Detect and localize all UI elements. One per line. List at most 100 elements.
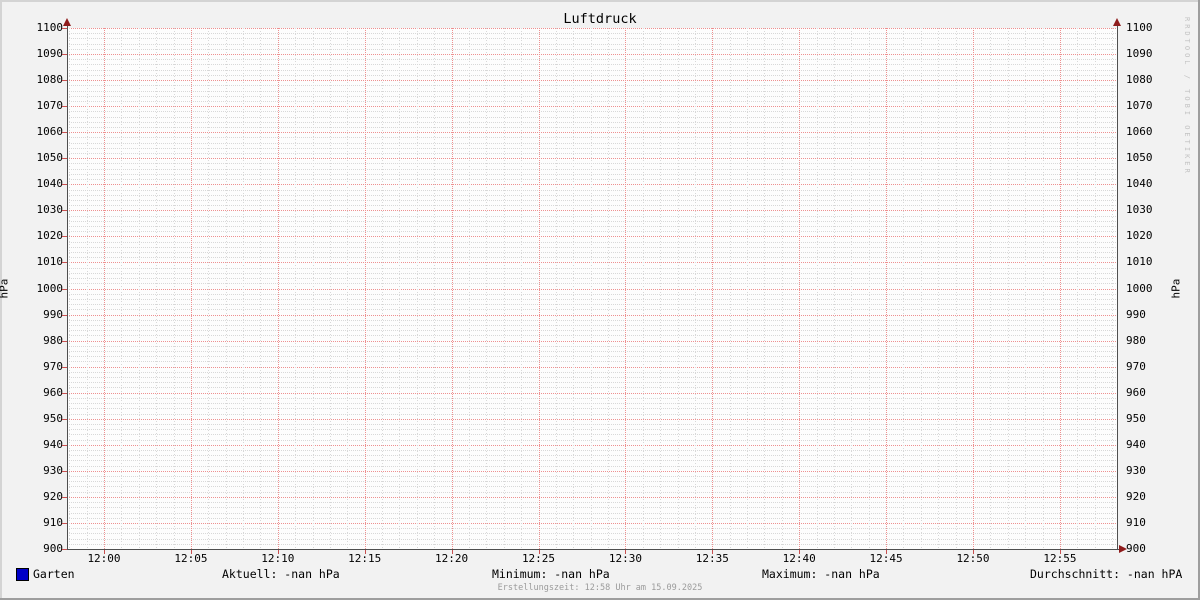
gridline-major-h xyxy=(67,210,1117,211)
rrdtool-watermark: RRDTOOL / TOBI OETIKER xyxy=(1183,17,1191,187)
gridline-major-h xyxy=(67,393,1117,394)
y-tick-label-right: 1070 xyxy=(1126,100,1166,112)
gridline-minor-v xyxy=(1025,28,1026,549)
x-tick-label: 12:45 xyxy=(856,553,916,565)
gridline-minor-h xyxy=(67,111,1117,112)
y-axis-line-left xyxy=(67,21,68,550)
gridline-minor-h xyxy=(67,96,1117,97)
y-axis-tick xyxy=(62,132,67,133)
gridline-minor-v xyxy=(330,28,331,549)
x-tick-label: 12:15 xyxy=(335,553,395,565)
legend-series-label: Garten xyxy=(33,567,75,581)
x-axis-tick xyxy=(539,550,540,554)
gridline-minor-v xyxy=(313,28,314,549)
y-tick-label-right: 990 xyxy=(1126,309,1166,321)
y-axis-tick xyxy=(62,419,67,420)
y-axis-tick xyxy=(62,549,67,550)
x-axis-tick xyxy=(452,550,453,554)
gridline-minor-h xyxy=(67,398,1117,399)
gridline-minor-v xyxy=(921,28,922,549)
y-tick-label-right: 960 xyxy=(1126,387,1166,399)
x-tick-label: 12:05 xyxy=(161,553,221,565)
gridline-minor-h xyxy=(67,169,1117,170)
gridline-minor-h xyxy=(67,190,1117,191)
x-tick-label: 12:20 xyxy=(422,553,482,565)
gridline-minor-h xyxy=(67,544,1117,545)
gridline-major-h xyxy=(67,315,1117,316)
gridline-minor-h xyxy=(67,85,1117,86)
gridline-minor-v xyxy=(399,28,400,549)
gridline-minor-h xyxy=(67,356,1117,357)
gridline-major-h xyxy=(67,445,1117,446)
gridline-minor-h xyxy=(67,434,1117,435)
gridline-minor-h xyxy=(67,518,1117,519)
gridline-minor-h xyxy=(67,351,1117,352)
gridline-major-h xyxy=(67,54,1117,55)
y-axis-tick xyxy=(62,315,67,316)
gridline-minor-h xyxy=(67,325,1117,326)
gridline-major-h xyxy=(67,367,1117,368)
y-tick-label-right: 1040 xyxy=(1126,178,1166,190)
gridline-minor-v xyxy=(347,28,348,549)
gridline-minor-v xyxy=(556,28,557,549)
y-tick-label-left: 980 xyxy=(27,335,63,347)
x-tick-label: 12:55 xyxy=(1030,553,1090,565)
y-tick-label-right: 920 xyxy=(1126,491,1166,503)
gridline-minor-h xyxy=(67,450,1117,451)
y-tick-label-right: 1060 xyxy=(1126,126,1166,138)
gridline-major-h xyxy=(67,471,1117,472)
gridline-minor-v xyxy=(208,28,209,549)
gridline-minor-v xyxy=(243,28,244,549)
gridline-major-v xyxy=(539,28,540,549)
gridline-major-v xyxy=(452,28,453,549)
gridline-major-v xyxy=(191,28,192,549)
gridline-minor-h xyxy=(67,492,1117,493)
gridline-minor-v xyxy=(678,28,679,549)
creation-time-label: Erstellungszeit: 12:58 Uhr am 15.09.2025 xyxy=(0,583,1200,593)
gridline-minor-h xyxy=(67,486,1117,487)
gridline-major-h xyxy=(67,236,1117,237)
gridline-minor-v xyxy=(434,28,435,549)
gridline-minor-h xyxy=(67,481,1117,482)
gridline-minor-h xyxy=(67,408,1117,409)
gridline-minor-h xyxy=(67,221,1117,222)
gridline-minor-h xyxy=(67,377,1117,378)
y-axis-tick xyxy=(62,80,67,81)
gridline-minor-v xyxy=(956,28,957,549)
border-top xyxy=(0,0,1200,2)
gridline-minor-v xyxy=(834,28,835,549)
y-axis-tick xyxy=(62,184,67,185)
gridline-major-h xyxy=(67,419,1117,420)
gridline-minor-h xyxy=(67,195,1117,196)
y-tick-label-left: 1080 xyxy=(27,74,63,86)
y-tick-label-left: 1050 xyxy=(27,152,63,164)
gridline-minor-v xyxy=(608,28,609,549)
gridline-minor-v xyxy=(260,28,261,549)
x-axis-tick xyxy=(191,550,192,554)
y-tick-label-left: 1100 xyxy=(27,22,63,34)
x-axis-tick xyxy=(278,550,279,554)
gridline-minor-v xyxy=(295,28,296,549)
gridline-minor-h xyxy=(67,174,1117,175)
y-axis-tick xyxy=(62,106,67,107)
chart-title: Luftdruck xyxy=(0,11,1200,27)
x-tick-label: 12:40 xyxy=(769,553,829,565)
gridline-major-h xyxy=(67,28,1117,29)
y-tick-label-left: 920 xyxy=(27,491,63,503)
gridline-minor-h xyxy=(67,299,1117,300)
gridline-minor-v xyxy=(87,28,88,549)
gridline-minor-h xyxy=(67,252,1117,253)
gridline-minor-v xyxy=(174,28,175,549)
gridline-minor-v xyxy=(573,28,574,549)
gridline-minor-h xyxy=(67,101,1117,102)
gridline-minor-h xyxy=(67,294,1117,295)
gridline-minor-h xyxy=(67,153,1117,154)
y-tick-label-left: 1010 xyxy=(27,256,63,268)
gridline-minor-h xyxy=(67,59,1117,60)
y-tick-label-right: 1080 xyxy=(1126,74,1166,86)
y-tick-label-left: 1020 xyxy=(27,230,63,242)
gridline-major-h xyxy=(67,289,1117,290)
gridline-minor-v xyxy=(504,28,505,549)
y-tick-label-right: 940 xyxy=(1126,439,1166,451)
gridline-minor-v xyxy=(486,28,487,549)
